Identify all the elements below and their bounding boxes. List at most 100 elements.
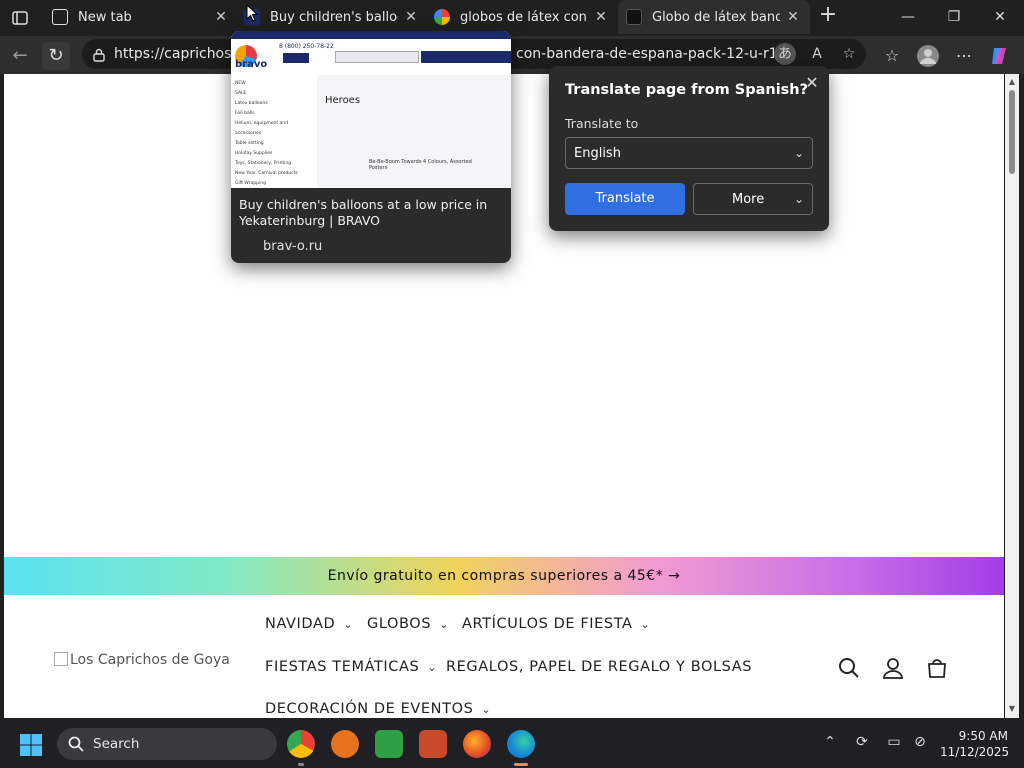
more-label: More [732,192,765,207]
windows-start-icon[interactable] [19,733,43,757]
menu-fiestas-tematicas[interactable]: FIESTAS TEMÁTICAS ⌄ [265,659,437,675]
system-clock[interactable]: 9:50 AM 11/12/2025 [940,728,1009,760]
thumb-product-title: Be-Be-Boom Towards 4 Colours, Assorted P… [369,159,472,171]
browser-toolbar: ← ↻ https://caprichosde con-bandera-de-e… [0,36,1024,74]
thumb-menu-item: New Year. Carnival products [235,171,298,176]
scrollbar-thumb[interactable] [1009,90,1015,174]
avast-icon[interactable] [331,730,359,758]
preview-domain: brav-o.ru [263,239,323,254]
active-app-indicator [514,763,528,766]
chevron-down-icon: ⌄ [793,146,804,160]
more-menu-icon[interactable]: ⋯ [952,44,976,68]
chevron-up-icon[interactable]: ⌃ [820,734,840,754]
menu-label: GLOBOS [367,616,432,632]
cart-icon[interactable] [924,655,950,681]
chevron-down-icon: ⌄ [343,618,354,631]
thumb-menu-item: Holiday Supplies [235,151,273,156]
taskbar: Search ⌃ ⟳ ▭ ⊘ 9:50 AM 11/12/2025 [0,720,1024,768]
copilot-icon[interactable] [988,44,1012,68]
menu-label: REGALOS, PAPEL DE REGALO Y BOLSAS [446,659,753,675]
scroll-down-icon[interactable]: ▼ [1007,704,1017,714]
search-icon[interactable] [836,655,862,681]
thumb-menu-item: Foil balls [235,111,255,116]
scroll-up-icon[interactable]: ▲ [1007,77,1017,87]
close-icon[interactable]: ✕ [594,10,608,24]
tab-bravo[interactable]: Buy children's balloons at a low price i… [238,0,428,34]
tab-new-tab[interactable]: New tab ✕ [44,0,238,34]
tab-actions-icon[interactable] [8,6,32,30]
clock-time: 9:50 AM [958,729,1008,743]
menu-regalos[interactable]: REGALOS, PAPEL DE REGALO Y BOLSAS [446,659,752,675]
logo-alt-text: Los Caprichos de Goya [70,652,230,668]
translate-button[interactable]: Translate [565,183,685,215]
preview-title: Buy children's balloons at a low price i… [239,197,488,228]
restore-icon[interactable]: ❐ [942,6,966,28]
translate-icon[interactable]: あ [774,43,796,65]
translate-popup: Translate page from Spanish? ✕ Translate… [549,66,829,231]
close-icon[interactable]: ✕ [786,10,800,24]
chevron-down-icon: ⌄ [793,192,804,206]
notepad-plus-icon[interactable] [375,730,403,758]
close-icon[interactable]: ✕ [404,10,418,24]
window-close-icon[interactable]: ✕ [988,6,1012,28]
more-button[interactable]: More ⌄ [693,183,813,215]
screen: New tab ✕ Buy children's balloons at a l… [0,0,1024,768]
thumb-cart-bar [421,51,511,63]
favorites-icon[interactable]: ☆ [880,44,904,68]
thumb-phone: 8 (800) 250-78-22 [279,43,334,50]
chevron-down-icon: ⌄ [481,703,492,716]
back-icon[interactable]: ← [6,42,34,70]
mouse-cursor-icon [246,3,259,22]
store-logo[interactable]: Los Caprichos de Goya [54,652,244,668]
sync-icon[interactable]: ⟳ [852,734,872,754]
thumb-menu-item: NEW [235,81,246,86]
favorite-star-icon[interactable]: ☆ [838,43,860,65]
display-icon[interactable]: ▭ [884,734,904,754]
caprichos-icon [626,9,642,25]
menu-decoracion-eventos[interactable]: DECORACIÓN DE EVENTOS ⌄ [265,701,491,717]
thumb-menu-item: Toys, Stationery, Printing [235,161,292,166]
close-icon[interactable]: ✕ [803,74,821,92]
menu-label: NAVIDAD [265,616,336,632]
account-icon[interactable] [880,655,906,681]
tab-title: Globo de látex bandera de España [652,9,780,25]
url-text-end: con-bandera-de-espana-pack-12-u-r1... [516,46,774,62]
read-aloud-icon[interactable]: A [806,43,828,65]
network-icon[interactable]: ⊘ [910,734,930,754]
menu-globos[interactable]: GLOBOS ⌄ [367,616,449,632]
app-indicator [298,763,304,766]
reload-icon[interactable]: ↻ [42,42,70,70]
thumb-content [317,75,511,188]
winrar-icon[interactable] [419,730,447,758]
new-tab-button[interactable]: + [816,4,840,28]
firefox-icon[interactable] [463,730,491,758]
thumb-logo-text: bravo [235,59,268,70]
menu-articulos-fiesta[interactable]: ARTÍCULOS DE FIESTA ⌄ [462,616,650,632]
chevron-down-icon: ⌄ [427,661,438,674]
page-scrollbar[interactable]: ▲ ▼ [1005,74,1019,718]
tab-active-caprichos[interactable]: Globo de látex bandera de España ✕ [618,0,810,34]
taskbar-search[interactable]: Search [57,728,277,760]
promo-banner[interactable]: Envío gratuito en compras superiores a 4… [4,557,1004,595]
translate-to-label: Translate to [565,116,639,131]
menu-navidad[interactable]: NAVIDAD ⌄ [265,616,353,632]
thumb-search [335,51,419,63]
tab-google-search[interactable]: globos de látex con forma de bandera de … [428,0,618,34]
tab-title: Buy children's balloons at a low price i… [270,9,398,25]
broken-image-icon [54,652,68,666]
menu-label: ARTÍCULOS DE FIESTA [462,616,633,632]
chrome-icon[interactable] [287,730,315,758]
chevron-down-icon: ⌄ [640,618,651,631]
search-icon [67,735,85,753]
thumb-menu-item: Gift Wrapping [235,181,266,186]
tab-hover-preview: bravo 8 (800) 250-78-22 NEW SALE Latex b… [231,31,511,263]
edge-icon[interactable] [507,730,535,758]
profile-avatar-icon[interactable] [916,44,940,68]
language-select[interactable]: English ⌄ [565,137,813,169]
minimize-icon[interactable]: — [896,6,920,28]
thumb-menu-item: SALE [235,91,247,96]
tab-strip: New tab ✕ Buy children's balloons at a l… [0,0,1024,36]
selected-language: English [574,146,621,161]
close-icon[interactable]: ✕ [214,10,228,24]
url-text: https://caprichosde [114,46,234,62]
